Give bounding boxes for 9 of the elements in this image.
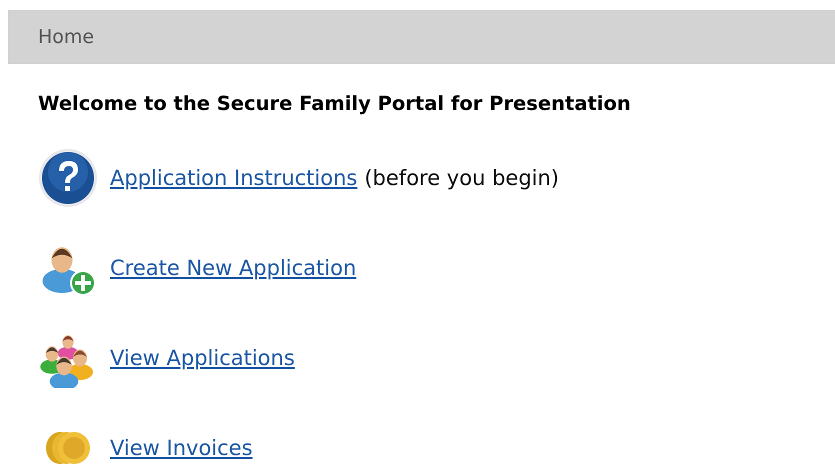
link-note: (before you begin) [364,166,559,190]
nav-link[interactable]: View Applications [110,346,295,370]
nav-link[interactable]: Application Instructions [110,166,358,190]
welcome-heading: Welcome to the Secure Family Portal for Presentation [38,92,632,115]
nav-link[interactable]: Create New Application [110,256,356,280]
help-icon [38,148,98,208]
breadcrumb-home[interactable]: Home [38,26,94,48]
nav-link[interactable]: View Invoices [110,436,253,460]
coins-icon [46,432,90,464]
